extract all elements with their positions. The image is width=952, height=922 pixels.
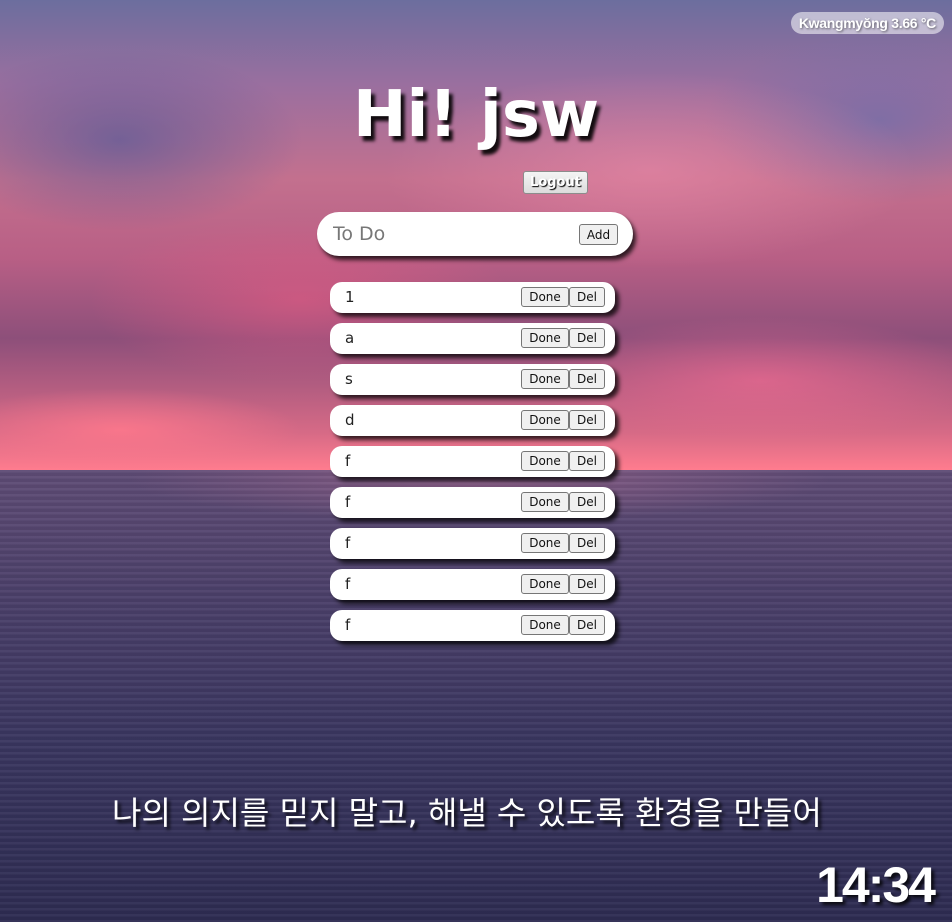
todo-item: f Done Del xyxy=(330,528,615,559)
delete-button[interactable]: Del xyxy=(569,615,605,635)
done-button[interactable]: Done xyxy=(521,451,569,471)
delete-button[interactable]: Del xyxy=(569,328,605,348)
done-button[interactable]: Done xyxy=(521,492,569,512)
delete-button[interactable]: Del xyxy=(569,287,605,307)
todo-item: a Done Del xyxy=(330,323,615,354)
todo-text: f xyxy=(345,493,351,511)
todo-item: f Done Del xyxy=(330,446,615,477)
done-button[interactable]: Done xyxy=(521,287,569,307)
done-button[interactable]: Done xyxy=(521,533,569,553)
todo-text: s xyxy=(345,370,353,388)
todo-item: f Done Del xyxy=(330,487,615,518)
todo-text: d xyxy=(345,411,355,429)
delete-button[interactable]: Del xyxy=(569,492,605,512)
todo-item: 1 Done Del xyxy=(330,282,615,313)
add-button[interactable]: Add xyxy=(579,224,618,245)
done-button[interactable]: Done xyxy=(521,328,569,348)
todo-input[interactable] xyxy=(333,222,563,246)
done-button[interactable]: Done xyxy=(521,615,569,635)
todo-text: 1 xyxy=(345,288,355,306)
delete-button[interactable]: Del xyxy=(569,410,605,430)
todo-item: f Done Del xyxy=(330,610,615,641)
clock: 14:34 xyxy=(816,857,936,913)
todo-item: s Done Del xyxy=(330,364,615,395)
todo-text: f xyxy=(345,575,351,593)
weather-widget: Kwangmyŏng 3.66 °C xyxy=(790,12,944,34)
todo-text: f xyxy=(345,616,351,634)
todo-form: Add xyxy=(317,212,633,256)
todo-text: f xyxy=(345,452,351,470)
logout-button[interactable]: Logout xyxy=(523,171,588,194)
delete-button[interactable]: Del xyxy=(569,574,605,594)
quote-text: 나의 의지를 믿지 말고, 해낼 수 있도록 환경을 만들어 xyxy=(112,794,822,832)
delete-button[interactable]: Del xyxy=(569,533,605,553)
todo-list: 1 Done Del a Done Del s Done Del d Done … xyxy=(330,282,615,651)
todo-text: f xyxy=(345,534,351,552)
delete-button[interactable]: Del xyxy=(569,451,605,471)
delete-button[interactable]: Del xyxy=(569,369,605,389)
done-button[interactable]: Done xyxy=(521,369,569,389)
todo-item: f Done Del xyxy=(330,569,615,600)
done-button[interactable]: Done xyxy=(521,574,569,594)
greeting-title: Hi! jsw xyxy=(352,78,600,152)
todo-text: a xyxy=(345,329,355,347)
todo-item: d Done Del xyxy=(330,405,615,436)
done-button[interactable]: Done xyxy=(521,410,569,430)
